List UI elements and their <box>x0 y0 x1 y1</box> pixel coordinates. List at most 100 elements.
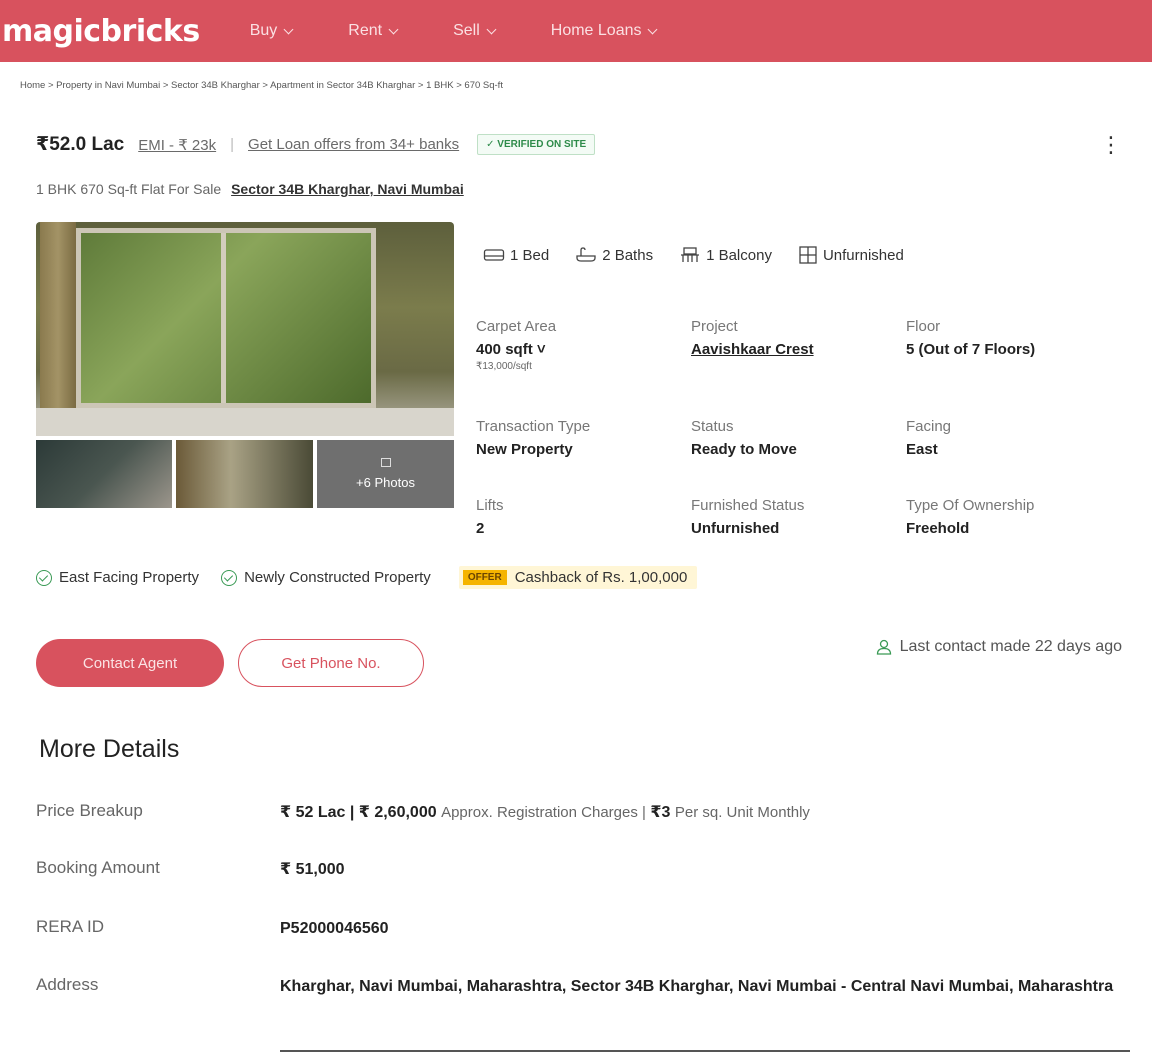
loan-offers-link[interactable]: Get Loan offers from 34+ banks <box>248 136 459 153</box>
spec-project: Project Aavishkaar Crest <box>691 318 814 358</box>
curtain-shape <box>40 222 76 436</box>
price-breakup-amount: ₹ 52 Lac | ₹ 2,60,000 <box>280 804 437 821</box>
chevron-down-icon <box>486 24 497 34</box>
registration-note: Approx. Registration Charges | <box>441 804 646 821</box>
detail-value: ₹ 52 Lac | ₹ 2,60,000 Approx. Registrati… <box>280 801 1130 825</box>
highlight-east-facing: East Facing Property <box>36 569 199 586</box>
nav-rent[interactable]: Rent <box>348 22 399 40</box>
amenity-bath-label: 2 Baths <box>602 246 654 264</box>
more-photos-label: +6 Photos <box>356 475 415 490</box>
photo-gallery: +6 Photos <box>36 222 454 508</box>
spec-value: New Property <box>476 441 573 458</box>
contact-agent-button[interactable]: Contact Agent <box>36 639 224 687</box>
main-nav: Buy Rent Sell Home Loans <box>250 22 713 40</box>
price-row: ₹52.0 Lac EMI - ₹ 23k | Get Loan offers … <box>36 133 596 156</box>
spec-value: East <box>906 441 938 458</box>
detail-value: Kharghar, Navi Mumbai, Maharashtra, Sect… <box>280 978 1114 995</box>
chevron-down-icon <box>648 24 658 34</box>
spec-value: Freehold <box>906 520 970 537</box>
furnish-icon <box>799 246 817 264</box>
spec-label: Facing <box>906 418 952 435</box>
listing-price: ₹52.0 Lac <box>36 134 125 155</box>
verified-badge: ✓ VERIFIED ON SITE <box>477 134 596 155</box>
price-per-sqft: ₹13,000/sqft <box>476 361 532 372</box>
amenity-balcony: 1 Balcony <box>679 247 772 264</box>
thumbnail-2[interactable] <box>176 440 313 508</box>
divider <box>280 1050 1130 1052</box>
detail-label: RERA ID <box>36 917 105 936</box>
thumbnail-1[interactable] <box>36 440 172 508</box>
get-phone-button[interactable]: Get Phone No. <box>238 639 424 687</box>
amenity-bath: 2 Baths <box>575 247 653 264</box>
last-contact-info: Last contact made 22 days ago <box>876 638 1122 656</box>
highlight-label: Newly Constructed Property <box>244 569 431 586</box>
spec-label: Floor <box>906 318 941 335</box>
more-photos-thumbnail[interactable]: +6 Photos <box>317 440 454 508</box>
detail-label: Booking Amount <box>36 858 160 877</box>
balcony-icon <box>681 247 700 262</box>
breadcrumb-home[interactable]: Home <box>20 80 45 91</box>
spec-transaction-type: Transaction Type New Property <box>476 418 590 458</box>
spec-label: Lifts <box>476 497 504 514</box>
spec-label: Transaction Type <box>476 418 591 435</box>
spec-status: Status Ready to Move <box>691 418 797 458</box>
magicbricks-logo[interactable]: magicbricks <box>2 14 200 49</box>
listing-title: 1 BHK 670 Sq-ft Flat For Sale Sector 34B… <box>36 181 464 197</box>
offer-text: Cashback of Rs. 1,00,000 <box>514 569 688 586</box>
chevron-down-icon <box>388 24 399 34</box>
emi-link[interactable]: EMI - ₹ 23k <box>138 136 216 154</box>
breadcrumb-bhk[interactable]: 1 BHK <box>426 80 453 91</box>
thumbnail-strip: +6 Photos <box>36 440 454 508</box>
detail-label: Price Breakup <box>36 801 143 820</box>
spec-facing: Facing East <box>906 418 951 458</box>
spec-label: Project <box>691 318 738 335</box>
maintenance-amount: ₹3 <box>650 804 671 821</box>
image-icon <box>380 458 391 467</box>
bed-icon <box>483 249 505 261</box>
nav-sell[interactable]: Sell <box>453 22 497 40</box>
top-navbar: magicbricks Buy Rent Sell Home Loans <box>0 0 1152 62</box>
nav-buy[interactable]: Buy <box>249 22 294 40</box>
chevron-down-icon <box>283 24 294 34</box>
offer-tag: OFFER <box>462 570 507 585</box>
carpet-area-dropdown[interactable]: 400 sqft ˅ <box>476 341 556 358</box>
nav-home-loans[interactable]: Home Loans <box>550 22 658 40</box>
amenity-furnish-label: Unfurnished <box>822 246 904 264</box>
maintenance-note: Per sq. Unit Monthly <box>674 804 810 821</box>
breadcrumb-city[interactable]: Property in Navi Mumbai <box>56 80 160 91</box>
breadcrumb-locality[interactable]: Sector 34B Kharghar <box>171 80 260 91</box>
check-circle-icon <box>36 569 52 586</box>
check-circle-icon <box>221 569 238 586</box>
breadcrumb-apartment[interactable]: Apartment in Sector 34B Kharghar <box>270 80 415 91</box>
breadcrumb: Home > Property in Navi Mumbai > Sector … <box>20 80 503 91</box>
spec-value: 5 (Out of 7 Floors) <box>906 341 1036 358</box>
nav-rent-label: Rent <box>348 22 383 39</box>
main-photo[interactable] <box>36 222 454 436</box>
spec-carpet-area: Carpet Area 400 sqft ˅ ₹13,000/sqft <box>476 318 556 372</box>
amenity-bed-label: 1 Bed <box>510 246 550 264</box>
listing-title-text: 1 BHK 670 Sq-ft Flat For Sale <box>36 181 222 197</box>
amenities-row: 1 Bed 2 Baths 1 Balcony Unfurnished <box>483 246 930 264</box>
window-shape <box>76 228 376 408</box>
breadcrumb-area: 670 Sq-ft <box>464 80 503 91</box>
amenity-balcony-label: 1 Balcony <box>706 246 772 264</box>
listing-location-link[interactable]: Sector 34B Kharghar, Navi Mumbai <box>231 181 464 197</box>
last-contact-text: Last contact made 22 days ago <box>899 638 1122 655</box>
detail-label: Address <box>36 975 99 994</box>
amenity-furnish: Unfurnished <box>798 246 904 264</box>
project-link[interactable]: Aavishkaar Crest <box>691 341 814 358</box>
spec-label: Status <box>691 418 734 435</box>
spec-floor: Floor 5 (Out of 7 Floors) <box>906 318 1035 358</box>
spec-lifts: Lifts 2 <box>476 497 504 537</box>
nav-buy-label: Buy <box>249 22 278 39</box>
spec-value: Ready to Move <box>691 441 797 458</box>
spec-label: Type Of Ownership <box>906 497 1035 514</box>
highlights-row: East Facing Property Newly Constructed P… <box>36 566 698 589</box>
amenity-bed: 1 Bed <box>483 247 549 264</box>
spec-label: Carpet Area <box>476 318 557 335</box>
detail-value: P52000046560 <box>280 920 389 937</box>
nav-home-loans-label: Home Loans <box>550 22 642 39</box>
more-options-icon[interactable]: ⋮ <box>1100 132 1122 158</box>
nav-sell-label: Sell <box>453 22 480 39</box>
spec-furnished-status: Furnished Status Unfurnished <box>691 497 804 537</box>
